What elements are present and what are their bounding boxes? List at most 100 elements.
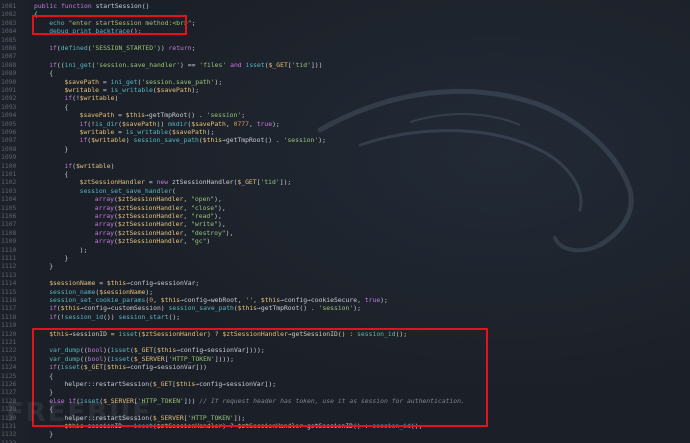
code-token: ), <box>214 212 222 220</box>
code-token: true <box>256 119 273 128</box>
code-line[interactable]: 1103 session_set_save_handler( <box>0 187 690 195</box>
code-token: , <box>183 237 192 246</box>
code-line[interactable]: 1113 <box>0 271 690 279</box>
code-token: if <box>64 94 73 103</box>
code-line[interactable]: 1117 if($this→config→customSession) sessi… <box>0 304 690 312</box>
freebuf-watermark: FREEBUF <box>6 398 152 428</box>
code-token: is_dir <box>95 119 119 128</box>
code-token: ztSessionHandler( <box>171 178 238 187</box>
code-line[interactable]: 1108 array($ztSessionHandler, "destroy"), <box>0 229 690 237</box>
code-line[interactable]: 1116 session_set_cookie_params(0, $this→c… <box>0 296 690 304</box>
code-token: array <box>94 220 115 229</box>
code-token: session_set_save_handler <box>79 186 172 195</box>
line-number: 1103 <box>1 186 17 195</box>
code-token: $this <box>125 111 146 120</box>
code-line[interactable]: 1092 if(!$writable) <box>0 94 690 102</box>
line-number: 1101 <box>1 170 17 178</box>
code-token: $ztSessionHandler <box>117 203 184 212</box>
code-line[interactable]: 1091 $writable = is_writable($savePath); <box>0 86 690 94</box>
code-token: ) <box>125 136 134 145</box>
line-number: 1102 <box>1 178 17 187</box>
code-token: function <box>60 2 96 10</box>
line-number: 1082 <box>1 10 17 19</box>
code-line[interactable]: 1085 <box>0 36 690 44</box>
code-token: = <box>114 128 126 136</box>
code-token: (! <box>72 94 80 103</box>
code-token: (! <box>56 312 65 321</box>
code-token: , <box>183 220 192 229</box>
code-line[interactable]: 1109 array($ztSessionHandler, "gc") <box>0 237 690 245</box>
code-token: $this <box>60 304 80 313</box>
code-line[interactable]: 1104 array($ztSessionHandler, "open"), <box>0 195 690 203</box>
line-number: 1123 <box>1 354 17 363</box>
line-number: 1126 <box>1 380 17 388</box>
code-line[interactable]: 1094 $savePath = $this→getTmpRoot() . 'se… <box>0 111 690 119</box>
code-token: , <box>248 119 257 128</box>
code-line[interactable]: 1086 if(defined('SESSION_STARTED')) retur… <box>0 44 690 52</box>
code-line[interactable]: 1096 $writable = is_writable($savePath); <box>0 128 690 136</box>
code-line[interactable]: 1089 { <box>0 69 690 77</box>
code-text: session_set_cookie_params(0, $this→confi… <box>49 296 388 304</box>
code-token: $savePath <box>156 86 192 94</box>
code-token: $this <box>260 296 281 304</box>
code-token: )) <box>156 119 169 128</box>
code-token: $writable <box>79 128 115 136</box>
code-line[interactable]: 1087 <box>0 52 690 60</box>
code-line[interactable]: 1133 <box>0 439 690 443</box>
code-line[interactable]: 1102 $ztSessionHandler = new ztSessionHan… <box>0 178 690 186</box>
line-number: 1122 <box>1 346 17 355</box>
code-line[interactable]: 1112} <box>0 262 690 270</box>
code-line[interactable]: 1105 array($ztSessionHandler, "close"), <box>0 204 690 212</box>
code-token: } <box>64 254 69 262</box>
code-token: session_save_path <box>133 136 199 145</box>
code-line[interactable]: 1093 { <box>0 103 690 111</box>
line-number: 1110 <box>1 245 17 254</box>
code-line[interactable]: 1118 if(!session_id()) session_start(); <box>0 313 690 321</box>
code-line[interactable]: 1081 public function startSession() <box>0 2 690 10</box>
line-number: 1105 <box>1 203 17 212</box>
code-token: ])) <box>310 60 323 69</box>
code-token: is_writable <box>110 86 153 94</box>
code-token: , <box>183 203 192 212</box>
code-line[interactable]: 1106 array($ztSessionHandler, "read"), <box>0 212 690 220</box>
code-line[interactable]: 1101 { <box>0 170 690 178</box>
code-token: public <box>34 2 61 10</box>
code-token: "gc" <box>191 237 207 246</box>
code-token: $ztSessionHandler <box>79 178 146 187</box>
code-line[interactable]: 1095 if(!is_dir($savePath)) mkdir($savePa… <box>0 120 690 128</box>
code-token: new <box>156 178 172 187</box>
code-line[interactable]: 1098} <box>0 145 690 153</box>
code-line[interactable]: 1097 if($writable) session_save_path($thi… <box>0 136 690 144</box>
code-token: $writable <box>79 94 115 103</box>
line-number: 1086 <box>1 44 17 52</box>
code-token: $savePath <box>191 119 226 128</box>
code-line[interactable]: 1099 <box>0 153 690 161</box>
code-text: $ztSessionHandler = new ztSessionHandler… <box>80 178 292 186</box>
line-number: 1084 <box>1 27 17 36</box>
code-line[interactable]: 1110); <box>0 246 690 254</box>
code-token: ); <box>191 86 200 94</box>
code-token: "read" <box>191 212 215 220</box>
line-number: 1119 <box>1 321 17 330</box>
code-token: (( <box>56 60 65 69</box>
code-token: if <box>49 44 57 52</box>
line-number: 1109 <box>1 237 17 246</box>
code-token: = <box>114 111 126 120</box>
code-line[interactable]: 1132} <box>0 430 690 438</box>
code-token: "destroy" <box>191 228 226 237</box>
code-line[interactable]: 1111} <box>0 254 690 262</box>
code-line[interactable]: 1100 if($writable) <box>0 162 690 170</box>
code-line[interactable]: 1114 $sessionName = $this→config→sessionV… <box>0 279 690 287</box>
code-line[interactable]: 1115 session_name($sessionName); <box>0 288 690 296</box>
line-number: 1092 <box>1 94 17 103</box>
line-number: 1114 <box>1 279 17 288</box>
code-line[interactable]: 1107 array($ztSessionHandler, "write"), <box>0 220 690 228</box>
code-token: ); <box>272 119 280 128</box>
code-editor[interactable]: 1081 public function startSession() 1082 {1… <box>0 0 690 443</box>
line-number: 1125 <box>1 371 17 380</box>
code-token: →config→cookieSecure, <box>280 296 365 304</box>
code-line[interactable]: 1090 $savePath = ini_get('session.save_pa… <box>0 78 690 86</box>
code-token: $writable <box>64 86 100 94</box>
code-text: if(!is_dir($savePath)) mkdir($savePath, … <box>80 120 280 128</box>
code-line[interactable]: 1088 if((ini_get('session.save_handler') … <box>0 61 690 69</box>
